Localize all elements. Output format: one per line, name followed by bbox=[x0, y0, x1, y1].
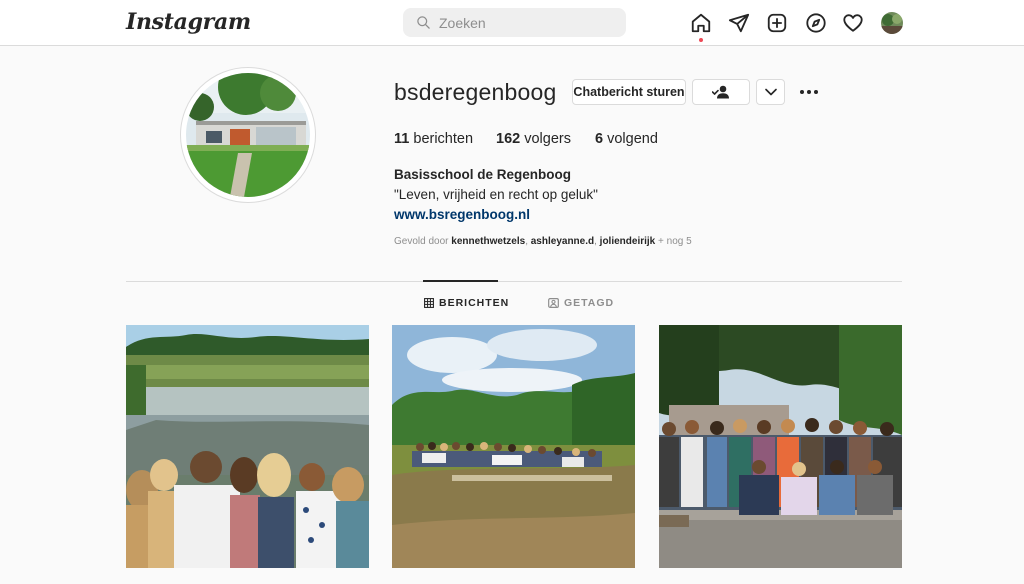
profile-full-name: Basisschool de Regenboog bbox=[394, 167, 572, 182]
activity-heart-icon[interactable] bbox=[841, 11, 865, 35]
profile-website-link[interactable]: www.bsregenboog.nl bbox=[394, 207, 530, 222]
profile-username: bsderegenboog bbox=[394, 79, 557, 105]
tab-tagged[interactable]: GETAGD bbox=[548, 297, 614, 309]
tab-posts[interactable]: BERICHTEN bbox=[424, 297, 509, 309]
followed-by-more[interactable]: + nog 5 bbox=[658, 236, 692, 247]
search-icon bbox=[417, 16, 430, 29]
followers-count: 162 bbox=[496, 131, 521, 147]
followed-by-account[interactable]: kennethwetzels bbox=[451, 236, 525, 247]
following-stat[interactable]: 6 volgend bbox=[595, 131, 658, 147]
followed-by-account[interactable]: joliendeirijk bbox=[600, 236, 656, 247]
send-message-button[interactable]: Chatbericht sturen bbox=[572, 79, 686, 105]
following-count: 6 bbox=[595, 131, 604, 147]
tab-posts-label: BERICHTEN bbox=[439, 297, 510, 309]
outdoor-class-photo bbox=[392, 325, 635, 568]
posts-label: berichten bbox=[413, 131, 474, 147]
posts-count: 11 bbox=[394, 131, 410, 147]
team-group-photo bbox=[659, 325, 902, 568]
profile-bio: "Leven, vrijheid en recht op geluk" bbox=[394, 187, 598, 202]
top-navigation-bar: Instagram bbox=[0, 0, 1024, 46]
post-thumbnail[interactable] bbox=[659, 325, 902, 568]
followers-stat[interactable]: 162 volgers bbox=[496, 131, 571, 147]
explore-icon[interactable] bbox=[804, 11, 828, 35]
followed-by-prefix: Gevold door bbox=[394, 236, 449, 247]
chevron-down-icon bbox=[764, 88, 777, 96]
profile-picture[interactable] bbox=[180, 67, 316, 203]
posts-count-stat: 11 berichten bbox=[394, 131, 473, 147]
followers-label: volgers bbox=[524, 131, 571, 147]
tabs-divider bbox=[126, 281, 902, 282]
post-thumbnail[interactable] bbox=[392, 325, 635, 568]
notification-dot bbox=[699, 38, 703, 42]
home-icon[interactable] bbox=[689, 11, 713, 42]
grid-icon bbox=[424, 298, 434, 308]
post-thumbnail[interactable] bbox=[126, 325, 369, 568]
search-box[interactable] bbox=[403, 8, 626, 37]
user-check-icon bbox=[712, 85, 729, 99]
suggested-accounts-button[interactable] bbox=[756, 79, 785, 105]
active-tab-indicator bbox=[423, 280, 498, 282]
followed-by-account[interactable]: ashleyanne.d bbox=[531, 236, 594, 247]
profile-avatar[interactable] bbox=[881, 12, 903, 34]
search-input[interactable] bbox=[439, 8, 619, 37]
pond-children-photo bbox=[126, 325, 369, 568]
followed-by-text: Gevold door kennethwetzels, ashleyanne.d… bbox=[394, 236, 692, 247]
following-button[interactable] bbox=[692, 79, 750, 105]
instagram-logo[interactable]: Instagram bbox=[126, 9, 251, 35]
school-building-image bbox=[186, 73, 310, 197]
following-label: volgend bbox=[607, 131, 658, 147]
tab-tagged-label: GETAGD bbox=[564, 297, 615, 309]
new-post-icon[interactable] bbox=[765, 11, 789, 35]
direct-message-icon[interactable] bbox=[727, 11, 751, 35]
more-options-icon[interactable] bbox=[798, 82, 820, 102]
tagged-icon bbox=[548, 298, 559, 308]
